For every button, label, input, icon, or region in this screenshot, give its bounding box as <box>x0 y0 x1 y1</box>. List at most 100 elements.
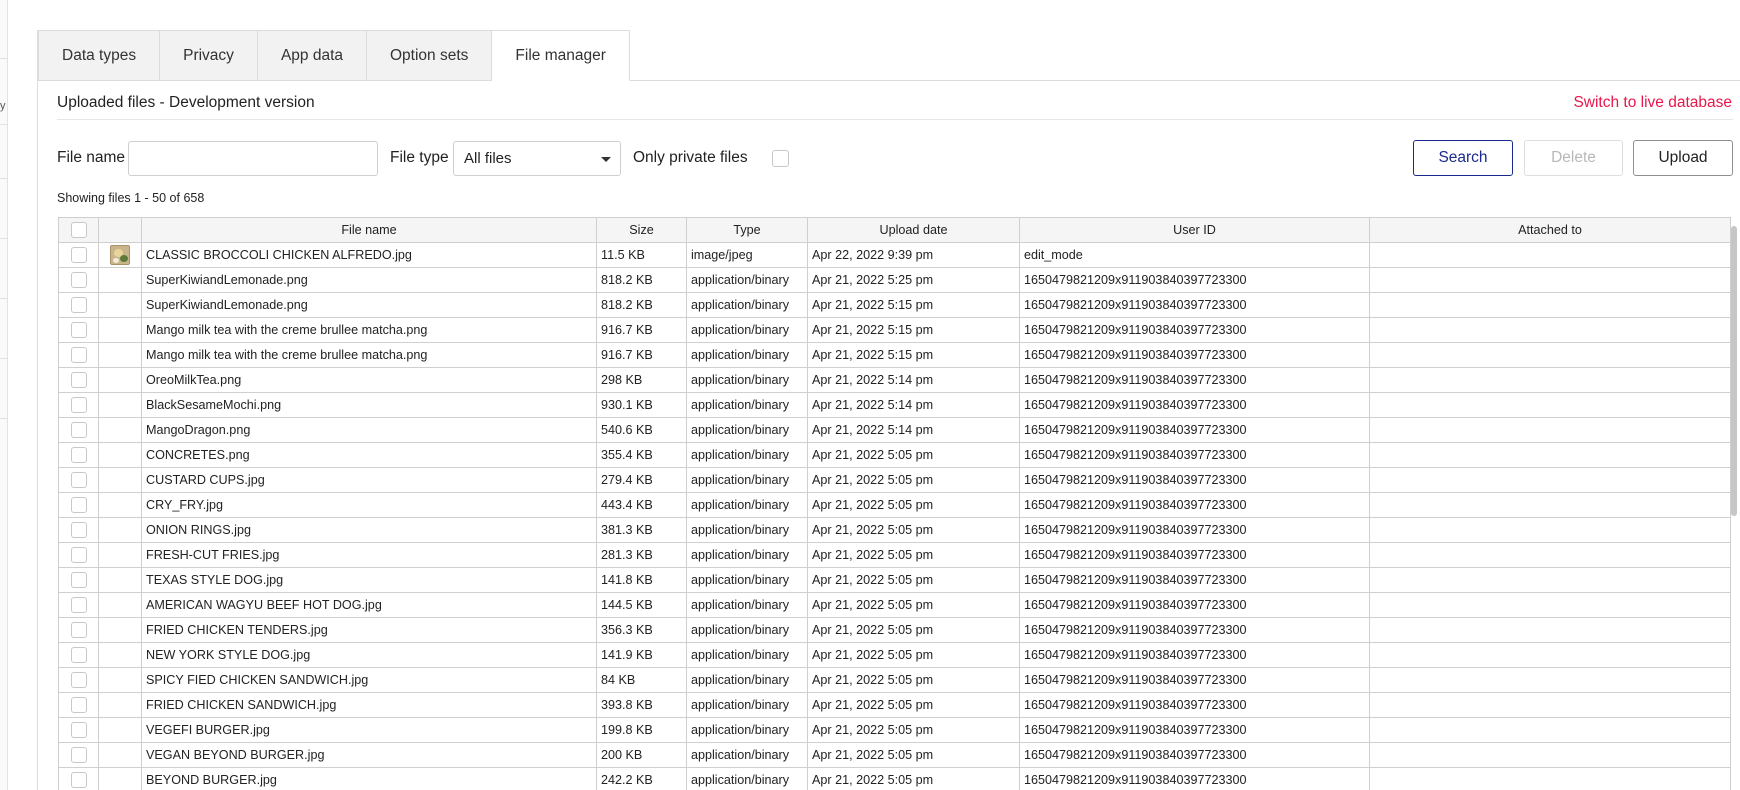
row-checkbox[interactable] <box>70 697 87 713</box>
row-checkbox[interactable] <box>70 497 87 513</box>
row-checkbox[interactable] <box>70 272 87 288</box>
row-checkbox[interactable] <box>70 247 87 263</box>
file-type-cell: application/binary <box>686 617 808 643</box>
column-header-size[interactable]: Size <box>596 217 687 243</box>
row-checkbox[interactable] <box>70 472 87 488</box>
row-checkbox[interactable] <box>70 772 87 788</box>
row-checkbox[interactable] <box>70 547 87 563</box>
table-row[interactable]: VEGAN BEYOND BURGER.jpg 200 KB application… <box>58 742 1731 768</box>
user-id-cell: 1650479821209x911903840397723300 <box>1019 642 1370 668</box>
column-header-upload-date[interactable]: Upload date <box>807 217 1020 243</box>
file-size-cell: 540.6 KB <box>596 417 687 443</box>
file-size-cell: 930.1 KB <box>596 392 687 418</box>
row-checkbox[interactable] <box>70 422 87 438</box>
attached-to-cell <box>1369 692 1731 718</box>
tab-data-types[interactable]: Data types <box>38 30 161 81</box>
table-row[interactable]: BEYOND BURGER.jpg 242.2 KB application/bin… <box>58 767 1731 790</box>
file-name-cell: BlackSesameMochi.png <box>141 392 597 418</box>
file-name-cell: VEGAN BEYOND BURGER.jpg <box>141 742 597 768</box>
attached-to-cell <box>1369 367 1731 393</box>
tab-file-manager[interactable]: File manager <box>492 30 630 81</box>
upload-date-cell: Apr 21, 2022 5:05 pm <box>807 567 1020 593</box>
thumbnail-cell <box>98 267 142 293</box>
table-row[interactable]: OreoMilkTea.png 298 KB application/binary A… <box>58 367 1731 393</box>
file-type-cell: application/binary <box>686 667 808 693</box>
table-row[interactable]: SuperKiwiandLemonade.png 818.2 KB applicat… <box>58 267 1731 293</box>
file-size-cell: 356.3 KB <box>596 617 687 643</box>
user-id-cell: 1650479821209x911903840397723300 <box>1019 692 1370 718</box>
upload-date-cell: Apr 21, 2022 5:15 pm <box>807 342 1020 368</box>
table-row[interactable]: SPICY FIED CHICKEN SANDWICH.jpg 84 KB appl… <box>58 667 1731 693</box>
upload-date-cell: Apr 21, 2022 5:14 pm <box>807 367 1020 393</box>
row-checkbox[interactable] <box>70 347 87 363</box>
image-thumbnail[interactable] <box>110 245 130 265</box>
file-name-cell: CUSTARD CUPS.jpg <box>141 467 597 493</box>
table-row[interactable]: Mango milk tea with the creme brullee ma… <box>58 317 1731 343</box>
table-row[interactable]: BlackSesameMochi.png 930.1 KB application/… <box>58 392 1731 418</box>
row-checkbox[interactable] <box>70 747 87 763</box>
table-row[interactable]: CLASSIC BROCCOLI CHICKEN ALFREDO.jpg 11.5… <box>58 242 1731 268</box>
column-header-file-name[interactable]: File name <box>141 217 597 243</box>
user-id-cell: 1650479821209x911903840397723300 <box>1019 717 1370 743</box>
row-checkbox[interactable] <box>70 397 87 413</box>
table-scrollbar[interactable] <box>1731 226 1737 516</box>
row-checkbox[interactable] <box>70 372 87 388</box>
table-row[interactable]: AMERICAN WAGYU BEEF HOT DOG.jpg 144.5 KB a… <box>58 592 1731 618</box>
row-checkbox[interactable] <box>70 322 87 338</box>
attached-to-cell <box>1369 242 1731 268</box>
table-row[interactable]: CUSTARD CUPS.jpg 279.4 KB application/bina… <box>58 467 1731 493</box>
row-checkbox[interactable] <box>70 447 87 463</box>
select-all-checkbox[interactable] <box>70 222 87 238</box>
row-select-cell <box>58 742 99 768</box>
table-row[interactable]: TEXAS STYLE DOG.jpg 141.8 KB application/b… <box>58 567 1731 593</box>
table-row[interactable]: CONCRETES.png 355.4 KB application/binary A… <box>58 442 1731 468</box>
column-header-type[interactable]: Type <box>686 217 808 243</box>
column-header-user-id[interactable]: User ID <box>1019 217 1370 243</box>
table-row[interactable]: CRY_FRY.jpg 443.4 KB application/binary Apr… <box>58 492 1731 518</box>
row-checkbox[interactable] <box>70 297 87 313</box>
table-row[interactable]: MangoDragon.png 540.6 KB application/binar… <box>58 417 1731 443</box>
tab-app-data[interactable]: App data <box>257 30 367 81</box>
table-row[interactable]: VEGEFI BURGER.jpg 199.8 KB application/bin… <box>58 717 1731 743</box>
column-header-attached-to[interactable]: Attached to <box>1369 217 1731 243</box>
sidebar-clipped-text: y <box>0 100 6 112</box>
file-type-cell: application/binary <box>686 392 808 418</box>
tab-bar: Data types Privacy App data Option sets File… <box>38 30 630 81</box>
row-checkbox[interactable] <box>70 572 87 588</box>
table-row[interactable]: FRESH-CUT FRIES.jpg 281.3 KB application/b… <box>58 542 1731 568</box>
row-checkbox[interactable] <box>70 647 87 663</box>
file-type-dropdown[interactable]: All files <box>453 141 621 176</box>
row-checkbox[interactable] <box>70 522 87 538</box>
row-select-cell <box>58 592 99 618</box>
attached-to-cell <box>1369 742 1731 768</box>
user-id-cell: 1650479821209x911903840397723300 <box>1019 617 1370 643</box>
table-row[interactable]: NEW YORK STYLE DOG.jpg 141.9 KB applicatio… <box>58 642 1731 668</box>
file-size-cell: 11.5 KB <box>596 242 687 268</box>
sidebar-divider <box>0 58 8 59</box>
table-row[interactable]: FRIED CHICKEN SANDWICH.jpg 393.8 KB applic… <box>58 692 1731 718</box>
user-id-cell: 1650479821209x911903840397723300 <box>1019 492 1370 518</box>
table-row[interactable]: ONION RINGS.jpg 381.3 KB application/binar… <box>58 517 1731 543</box>
thumbnail-header <box>98 217 142 243</box>
file-type-cell: application/binary <box>686 517 808 543</box>
row-select-cell <box>58 692 99 718</box>
upload-date-cell: Apr 21, 2022 5:15 pm <box>807 292 1020 318</box>
row-checkbox[interactable] <box>70 722 87 738</box>
search-button[interactable]: Search <box>1413 140 1513 176</box>
row-checkbox[interactable] <box>70 672 87 688</box>
table-row[interactable]: FRIED CHICKEN TENDERS.jpg 356.3 KB applica… <box>58 617 1731 643</box>
upload-button[interactable]: Upload <box>1633 140 1733 176</box>
table-row[interactable]: Mango milk tea with the creme brullee ma… <box>58 342 1731 368</box>
delete-button[interactable]: Delete <box>1524 140 1623 176</box>
page-title: Uploaded files - Development version <box>57 94 315 111</box>
only-private-files-label: Only private files <box>633 149 748 166</box>
only-private-files-checkbox[interactable] <box>772 150 789 167</box>
file-name-input[interactable] <box>128 141 378 176</box>
switch-to-live-database-link[interactable]: Switch to live database <box>1573 94 1732 112</box>
tab-privacy[interactable]: Privacy <box>160 30 258 81</box>
row-checkbox[interactable] <box>70 622 87 638</box>
tab-option-sets[interactable]: Option sets <box>367 30 493 81</box>
row-checkbox[interactable] <box>70 597 87 613</box>
files-table-container: File name Size Type Upload date User ID … <box>58 217 1733 790</box>
table-row[interactable]: SuperKiwiandLemonade.png 818.2 KB applicat… <box>58 292 1731 318</box>
